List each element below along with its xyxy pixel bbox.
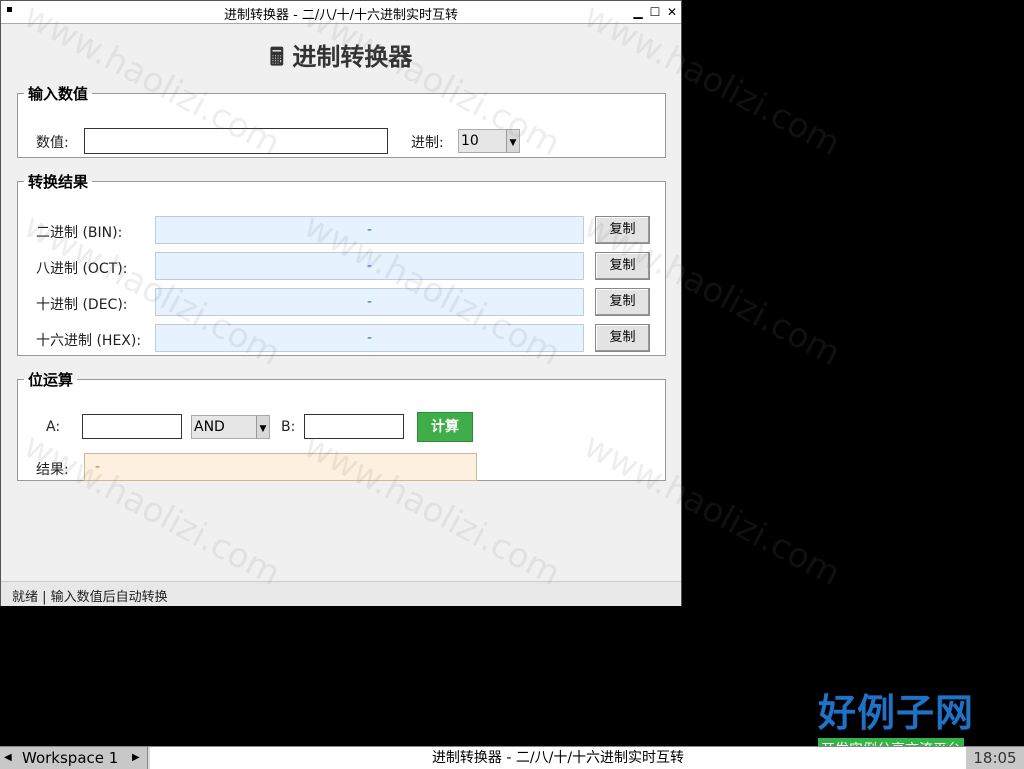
base-select[interactable]: 10 ▼ xyxy=(458,129,520,153)
chevron-down-icon[interactable]: ▼ xyxy=(256,416,269,438)
status-bar: 就绪 | 输入数值后自动转换 xyxy=(1,581,681,606)
window-title: 进制转换器 - 二/八/十/十六进制实时互转 xyxy=(223,8,459,23)
result-section: 转换结果 二进制 (BIN): - 复制 八进制 (OCT): - 复制 十进制… xyxy=(17,171,666,356)
dec-output: - xyxy=(155,288,584,316)
copy-dec-button[interactable]: 复制 xyxy=(595,288,650,316)
result-section-legend: 转换结果 xyxy=(28,173,89,191)
operand-a-label: A: xyxy=(46,419,61,435)
bitwise-section: 位运算 A: AND ▼ B: 计算 结果: - xyxy=(17,369,666,481)
operand-b-label: B: xyxy=(281,419,296,435)
close-icon[interactable]: ✕ xyxy=(665,5,679,19)
workspace-switcher[interactable]: ◀ Workspace 1 ▶ xyxy=(0,747,148,769)
base-label: 进制: xyxy=(411,135,444,151)
logo-name: 好例子网 xyxy=(818,690,975,735)
input-section: 输入数值 数值: 进制: 10 ▼ xyxy=(17,83,666,158)
value-label: 数值: xyxy=(36,135,69,151)
taskbar-window-button[interactable]: 进制转换器 - 二/八/十/十六进制实时互转 xyxy=(150,747,966,769)
operator-select-value: AND xyxy=(194,419,225,435)
value-input[interactable] xyxy=(84,128,388,154)
next-workspace-icon[interactable]: ▶ xyxy=(132,747,140,769)
bin-output: - xyxy=(155,216,584,244)
hex-label: 十六进制 (HEX): xyxy=(36,333,142,349)
taskbar: ◀ Workspace 1 ▶ 进制转换器 - 二/八/十/十六进制实时互转 1… xyxy=(0,746,1024,769)
base-select-value: 10 xyxy=(461,133,479,149)
title-bar[interactable]: 进制转换器 - 二/八/十/十六进制实时互转 ▁ ☐ ✕ xyxy=(1,1,681,24)
dec-label: 十进制 (DEC): xyxy=(36,297,128,313)
minimize-icon[interactable]: ▁ xyxy=(631,5,645,19)
copy-hex-button[interactable]: 复制 xyxy=(595,324,650,352)
workspace-name: Workspace 1 xyxy=(22,749,119,767)
chevron-down-icon[interactable]: ▼ xyxy=(506,130,519,152)
status-text: 就绪 | 输入数值后自动转换 xyxy=(12,590,168,605)
bitwise-section-legend: 位运算 xyxy=(28,371,74,389)
hex-output: - xyxy=(155,324,584,352)
maximize-icon[interactable]: ☐ xyxy=(648,5,662,19)
app-window: 进制转换器 - 二/八/十/十六进制实时互转 ▁ ☐ ✕ 🖩 进制转换器 输入数… xyxy=(0,0,682,606)
clock: 18:05 xyxy=(966,747,1024,769)
oct-output: - xyxy=(155,252,584,280)
calculate-button[interactable]: 计算 xyxy=(417,412,473,442)
operator-select[interactable]: AND ▼ xyxy=(191,415,270,439)
page-title: 🖩 进制转换器 xyxy=(269,43,413,71)
bitwise-result-label: 结果: xyxy=(36,462,69,478)
prev-workspace-icon[interactable]: ◀ xyxy=(4,747,12,769)
bitwise-result-output: - xyxy=(84,453,477,481)
operand-b-input[interactable] xyxy=(304,414,404,439)
bin-label: 二进制 (BIN): xyxy=(36,225,123,241)
copy-bin-button[interactable]: 复制 xyxy=(595,216,650,244)
oct-label: 八进制 (OCT): xyxy=(36,261,128,277)
operand-a-input[interactable] xyxy=(82,414,182,439)
input-section-legend: 输入数值 xyxy=(28,85,89,103)
copy-oct-button[interactable]: 复制 xyxy=(595,252,650,280)
